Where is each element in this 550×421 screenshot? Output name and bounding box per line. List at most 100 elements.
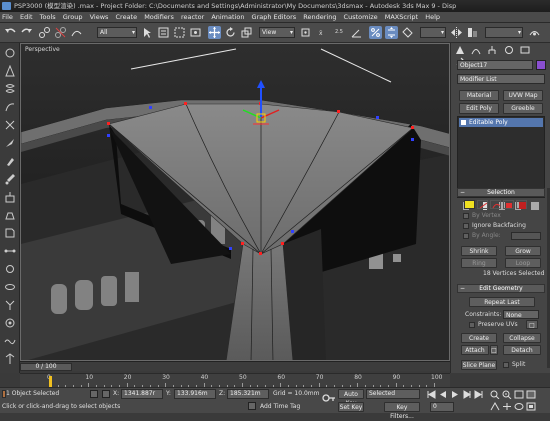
repeat-last-button[interactable]: Repeat Last bbox=[469, 297, 535, 307]
angle-snap-icon[interactable] bbox=[350, 26, 363, 39]
material-button[interactable]: Material bbox=[459, 90, 499, 101]
pivot-center-icon[interactable] bbox=[299, 26, 312, 39]
menu-edit[interactable]: Edit bbox=[20, 13, 33, 21]
redo-icon[interactable] bbox=[20, 26, 33, 39]
region-select-icon[interactable] bbox=[173, 26, 186, 39]
connect-icon[interactable] bbox=[4, 245, 16, 257]
cone-icon[interactable] bbox=[4, 64, 16, 77]
modifier-list-dropdown[interactable]: Modifier List bbox=[457, 74, 545, 84]
zoom-icon[interactable] bbox=[490, 390, 500, 400]
relax-icon[interactable] bbox=[4, 335, 16, 347]
select-object-icon[interactable] bbox=[141, 26, 154, 39]
menu-create[interactable]: Create bbox=[116, 13, 138, 21]
y-coordinate-field[interactable]: 133.916m bbox=[174, 389, 216, 399]
reference-coordinate-dropdown[interactable]: View bbox=[259, 27, 295, 38]
menu-modifiers[interactable]: Modifiers bbox=[144, 13, 174, 21]
align-icon[interactable] bbox=[466, 26, 479, 39]
preserve-uvs-checkbox[interactable] bbox=[469, 322, 475, 328]
percent-snap-icon[interactable] bbox=[369, 26, 382, 39]
grow-button[interactable]: Grow bbox=[505, 246, 541, 256]
keyboard-shortcut-icon[interactable]: 2.5 bbox=[334, 26, 347, 39]
collapse-button[interactable]: Collapse bbox=[503, 333, 541, 343]
lock-selection-icon[interactable] bbox=[90, 390, 98, 398]
ring-icon[interactable] bbox=[4, 263, 16, 275]
configure-sets-icon[interactable] bbox=[531, 202, 539, 210]
by-angle-spinner[interactable] bbox=[511, 232, 541, 240]
next-frame-icon[interactable] bbox=[462, 390, 472, 399]
pan-icon[interactable] bbox=[502, 402, 512, 411]
play-icon[interactable] bbox=[450, 390, 460, 399]
menu-animation[interactable]: Animation bbox=[211, 13, 244, 21]
mirror-icon[interactable] bbox=[450, 26, 463, 39]
element-mode-icon[interactable] bbox=[516, 200, 527, 209]
split-checkbox[interactable] bbox=[503, 362, 509, 368]
by-vertex-checkbox[interactable] bbox=[463, 213, 469, 219]
hierarchy-tab-icon[interactable] bbox=[487, 45, 500, 55]
named-selection-icon[interactable] bbox=[401, 26, 414, 39]
stack-item-editable-poly[interactable]: Editable Poly bbox=[459, 118, 543, 127]
undo-icon[interactable] bbox=[4, 26, 17, 39]
paint-icon[interactable] bbox=[4, 155, 16, 167]
zoom-all-icon[interactable] bbox=[502, 390, 512, 400]
create-tab-icon[interactable] bbox=[455, 45, 468, 55]
viewport-label[interactable]: Perspective bbox=[25, 46, 60, 53]
loop-icon[interactable] bbox=[4, 281, 16, 293]
previous-frame-icon[interactable] bbox=[438, 390, 448, 399]
window-crossing-icon[interactable] bbox=[189, 26, 202, 39]
key-filters-button[interactable]: Key Filters... bbox=[384, 402, 420, 420]
menu-tools[interactable]: Tools bbox=[40, 13, 56, 21]
time-slider-track[interactable]: 0 / 100 bbox=[20, 361, 450, 371]
render-icon[interactable] bbox=[528, 26, 541, 39]
absolute-mode-icon[interactable] bbox=[102, 390, 110, 398]
menu-maxscript[interactable]: MAXScript bbox=[385, 13, 418, 21]
named-selection-dropdown[interactable] bbox=[420, 27, 446, 38]
loop-button[interactable]: Loop bbox=[505, 258, 541, 268]
cut-icon[interactable] bbox=[4, 119, 16, 131]
modify-tab-icon[interactable] bbox=[471, 45, 484, 55]
maximize-viewport-icon[interactable] bbox=[526, 402, 536, 411]
current-frame-marker[interactable] bbox=[49, 376, 52, 387]
motion-tab-icon[interactable] bbox=[504, 45, 517, 55]
edge-mode-icon[interactable] bbox=[477, 200, 488, 209]
perspective-viewport[interactable]: Perspective bbox=[20, 43, 450, 361]
select-link-icon[interactable] bbox=[38, 26, 51, 39]
shrink-button[interactable]: Shrink bbox=[461, 246, 497, 256]
greeble-button[interactable]: Greeble bbox=[503, 103, 543, 114]
constraints-dropdown[interactable]: None bbox=[503, 310, 539, 319]
move-icon[interactable] bbox=[208, 26, 221, 39]
selection-rollout[interactable]: Selection bbox=[457, 188, 545, 197]
current-frame-field[interactable]: 0 bbox=[430, 402, 454, 412]
menu-rendering[interactable]: Rendering bbox=[303, 13, 336, 21]
chamfer-icon[interactable] bbox=[4, 227, 16, 239]
auto-key-selection-dropdown[interactable]: Selected bbox=[366, 389, 420, 399]
unlink-icon[interactable] bbox=[54, 26, 67, 39]
orbit-icon[interactable] bbox=[514, 402, 524, 411]
extrude-icon[interactable] bbox=[4, 191, 16, 203]
add-time-tag-button[interactable]: Add Time Tag bbox=[260, 403, 300, 410]
set-key-button[interactable]: Set Key bbox=[338, 402, 364, 412]
edit-poly-button[interactable]: Edit Poly bbox=[459, 103, 499, 114]
flip-icon[interactable] bbox=[4, 353, 16, 365]
helix-icon[interactable] bbox=[4, 83, 16, 95]
create-icon[interactable] bbox=[4, 47, 16, 59]
go-to-start-icon[interactable] bbox=[426, 390, 436, 399]
select-by-name-icon[interactable] bbox=[157, 26, 170, 39]
curve-icon[interactable] bbox=[4, 101, 16, 113]
object-name-field[interactable]: Object17 bbox=[457, 60, 533, 70]
menu-graph-editors[interactable]: Graph Editors bbox=[252, 13, 297, 21]
menu-help[interactable]: Help bbox=[425, 13, 440, 21]
ring-button[interactable]: Ring bbox=[461, 258, 497, 268]
bind-space-warp-icon[interactable] bbox=[70, 26, 83, 39]
display-tab-icon[interactable] bbox=[520, 45, 533, 55]
detach-button[interactable]: Detach bbox=[503, 345, 541, 355]
vertex-mode-icon[interactable] bbox=[464, 200, 475, 209]
time-slider[interactable]: 0 / 100 bbox=[20, 363, 72, 371]
field-of-view-icon[interactable] bbox=[490, 401, 500, 411]
selection-filter-dropdown[interactable]: All bbox=[97, 27, 137, 38]
menu-group[interactable]: Group bbox=[63, 13, 83, 21]
go-to-end-icon[interactable] bbox=[474, 390, 484, 399]
bevel-icon[interactable] bbox=[4, 209, 16, 221]
by-angle-checkbox[interactable] bbox=[463, 233, 469, 239]
weld-icon[interactable] bbox=[4, 299, 16, 311]
key-icon[interactable] bbox=[322, 392, 336, 404]
